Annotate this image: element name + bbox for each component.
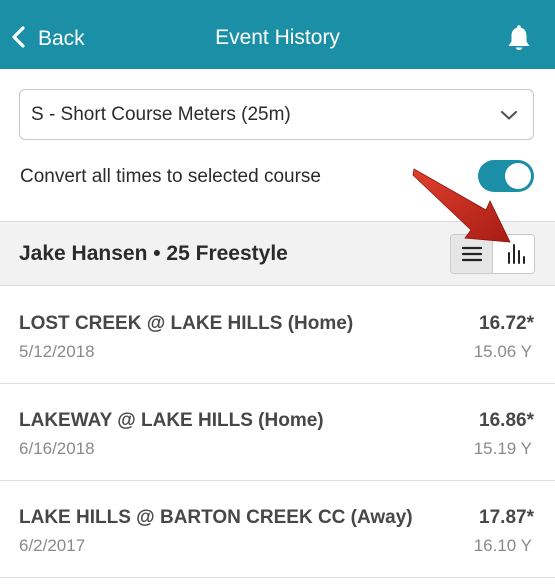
convert-times-label: Convert all times to selected course <box>20 166 321 187</box>
course-select[interactable]: S - Short Course Meters (25m) <box>19 89 534 140</box>
chart-view-button[interactable] <box>494 235 534 273</box>
back-button[interactable]: Back <box>10 22 85 56</box>
bell-icon <box>504 25 534 58</box>
swim-history-list: LOST CREEK @ LAKE HILLS (Home) 5/12/2018… <box>0 287 555 578</box>
notifications-button[interactable] <box>504 24 534 54</box>
list-item[interactable]: LAKEWAY @ LAKE HILLS (Home) 6/16/2018 16… <box>0 384 555 481</box>
list-item[interactable]: LOST CREEK @ LAKE HILLS (Home) 5/12/2018… <box>0 287 555 384</box>
converted-time: 15.19 Y <box>473 439 532 458</box>
swim-date: 6/2/2017 <box>19 536 86 555</box>
app-header: Back Event History <box>0 0 555 69</box>
swim-time: 16.86* <box>479 410 534 431</box>
swim-time: 16.72* <box>479 313 534 334</box>
list-item[interactable]: LAKE HILLS @ BARTON CREEK CC (Away) 6/2/… <box>0 481 555 578</box>
event-section-header: Jake Hansen • 25 Freestyle <box>0 221 555 286</box>
view-mode-toggle <box>450 234 535 274</box>
meet-name: LOST CREEK @ LAKE HILLS (Home) <box>19 313 354 334</box>
swim-date: 5/12/2018 <box>19 342 95 361</box>
chevron-left-icon <box>10 25 26 54</box>
chevron-down-icon <box>499 105 519 125</box>
back-label: Back <box>38 27 85 50</box>
convert-times-row: Convert all times to selected course <box>19 160 534 194</box>
converted-time: 15.06 Y <box>473 342 532 361</box>
event-title: Jake Hansen • 25 Freestyle <box>19 242 288 265</box>
meet-name: LAKEWAY @ LAKE HILLS (Home) <box>19 410 324 431</box>
toggle-knob <box>505 163 531 189</box>
swim-date: 6/16/2018 <box>19 439 95 458</box>
swim-time: 17.87* <box>479 507 534 528</box>
converted-time: 16.10 Y <box>473 536 532 555</box>
list-view-button[interactable] <box>451 235 493 273</box>
convert-times-toggle[interactable] <box>478 160 534 192</box>
meet-name: LAKE HILLS @ BARTON CREEK CC (Away) <box>19 507 413 528</box>
course-select-value: S - Short Course Meters (25m) <box>31 103 291 125</box>
